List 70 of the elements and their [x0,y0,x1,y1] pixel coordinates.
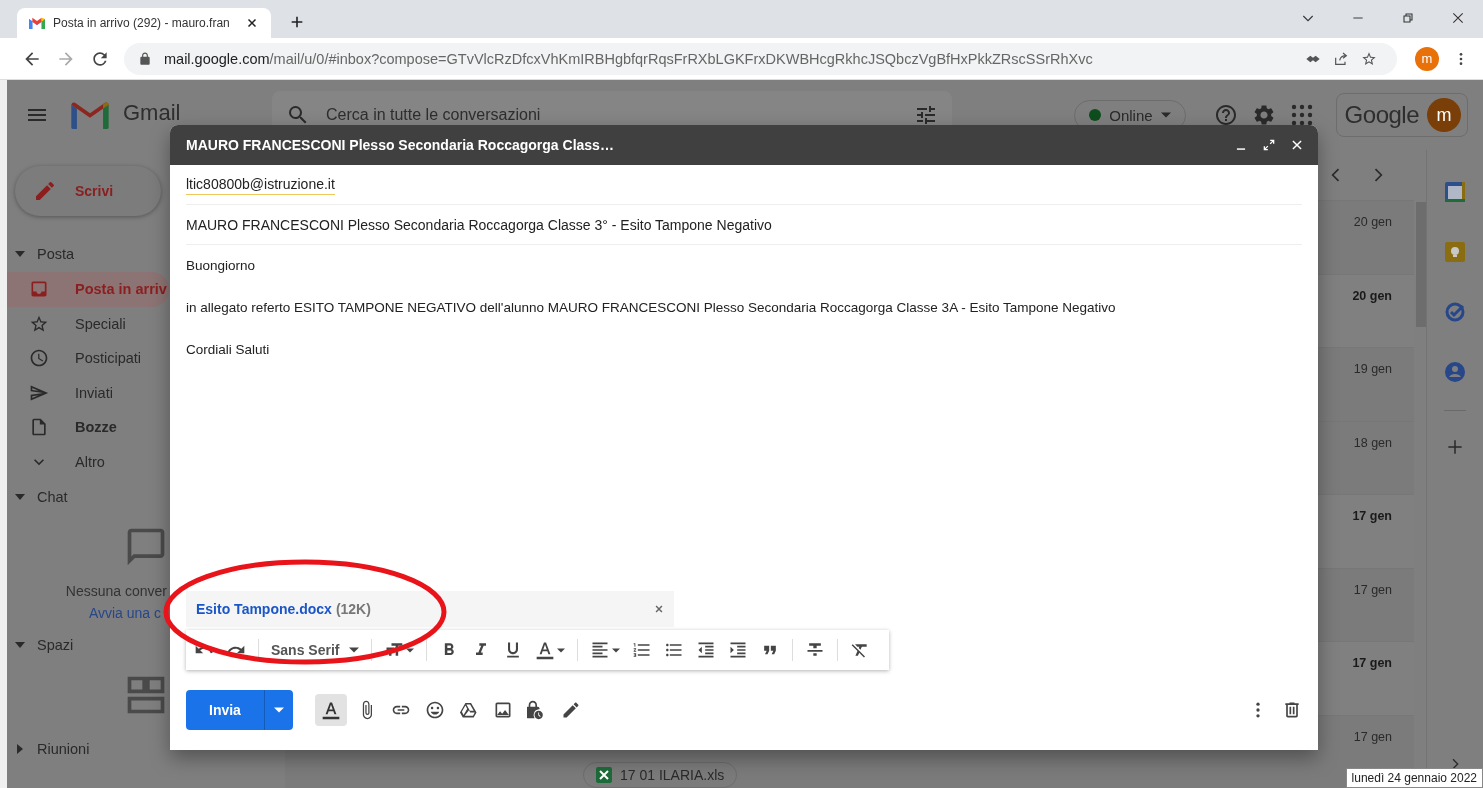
section-header[interactable]: Chat [7,479,165,515]
tasks-check-icon[interactable] [1443,300,1467,324]
account-box[interactable]: Google m [1335,93,1468,137]
empty-chat-text: Nessuna conver [65,583,167,599]
attachment-size: (12K) [335,601,371,617]
attachment-chip[interactable]: Esito Tampone.docx (12K) [186,591,674,627]
folder-item[interactable]: Posticipati [7,341,169,376]
body-paragraph: Cordiali Saluti [186,341,271,359]
caret-icon[interactable] [349,645,360,655]
indent-less-icon[interactable] [696,640,717,660]
restore-icon[interactable] [1400,10,1416,26]
star-icon[interactable] [1361,50,1377,67]
lock-icon [138,51,152,66]
body-paragraph: Buongiorno [186,257,257,275]
recipient-chip[interactable]: ltic80800b@istruzione.it [186,176,335,195]
clock-icon[interactable] [29,348,49,369]
calendar-icon[interactable] [1443,180,1467,204]
subject-field[interactable]: MAURO FRANCESCONI Plesso Secondaria Roccagorga Classe 3° - Esito Tampone Negativo [186,216,772,233]
close-icon[interactable] [1290,138,1304,152]
numbered-list-icon[interactable] [632,640,653,660]
add-icon[interactable] [1445,437,1465,457]
gmail-wordmark: Gmail [123,100,182,126]
body-paragraph: in allegato referto ESITO TAMPONE NEGATIVO dell'alunno MAURO FRANCESCONI Plesso Secondaria Roccagorga Classe 3A - Esito Tampone Negativo [186,299,1117,317]
apps-grid-icon[interactable] [1289,103,1314,127]
attachment-link[interactable]: Esito Tampone.docx [196,601,332,617]
caret-icon[interactable] [406,647,415,653]
send-button[interactable]: Invia [186,690,264,730]
text-color-icon[interactable] [535,640,556,660]
lightbulb-note-icon[interactable] [1443,240,1467,264]
document-icon[interactable] [29,417,49,438]
close-icon[interactable] [1450,10,1466,26]
folder-item[interactable]: Inviati [7,375,169,410]
compose-button[interactable]: Scrivi [15,166,161,216]
send-options-button[interactable] [263,690,293,730]
compose-header: MAURO FRANCESCONI Plesso Secondaria Roccagorga Class… [170,125,1318,165]
expand-arrows-icon[interactable] [1262,138,1276,152]
folder-item[interactable]: Bozze [7,410,169,445]
section-header[interactable]: Riunioni [7,731,165,767]
spreadsheet-icon [596,767,612,783]
drive-icon[interactable] [458,700,479,720]
start-chat-link[interactable]: Avvia una c [88,605,161,621]
formatting-toggle-button[interactable] [314,694,347,726]
section-header[interactable]: Posta [7,236,165,272]
align-dropdown[interactable] [590,640,621,660]
profile-avatar[interactable]: m [1415,46,1439,71]
caret-icon[interactable] [557,647,566,653]
close-icon[interactable] [245,16,259,30]
folder-item[interactable]: Altro [7,444,169,479]
emoji-icon[interactable] [424,700,445,720]
section-header[interactable]: Spazi [7,627,165,663]
folder-item[interactable]: Speciali [7,306,169,341]
share-icon[interactable] [1333,50,1349,67]
browser-tab[interactable]: Posta in arrivo (292) - mauro.fran [17,8,271,38]
help-icon[interactable] [1213,103,1238,127]
caret-icon[interactable] [612,647,621,653]
font-selector[interactable]: Sans Serif [271,642,360,658]
trash-icon[interactable] [1282,700,1302,720]
new-tab-icon[interactable] [289,14,305,30]
text-format-icon[interactable] [320,700,341,720]
address-field[interactable]: mail.google.com/mail/u/0/#inbox?compose=GTvVlcRzDfcxVhKmIRBHgbfqrRqsFrRXbLGKFrxDKWBHcgRkhcJSQbczVgBfHxPkkZRscSSrRhXvc [124,42,1397,75]
filter-sliders-icon[interactable] [914,103,938,127]
mail-logo-icon [29,17,45,29]
align-left-icon[interactable] [590,640,611,660]
indent-more-icon[interactable] [728,640,749,660]
folder-item[interactable]: Posta in arriv [7,272,169,307]
url-text: mail.google.com/mail/u/0/#inbox?compose=GTvVlcRzDfcxVhKmIRBHgbfqrRqsFrRXbLGKFrxDKWBHcgRkhcJSQbczVgBfHxPkkZRscSSrRhXvc [164,50,1093,67]
caret-icon[interactable] [273,705,284,715]
text-color-dropdown[interactable] [535,640,566,660]
date-tooltip: lunedì 24 gennaio 2022 [1345,768,1483,788]
remove-icon[interactable] [654,604,664,614]
